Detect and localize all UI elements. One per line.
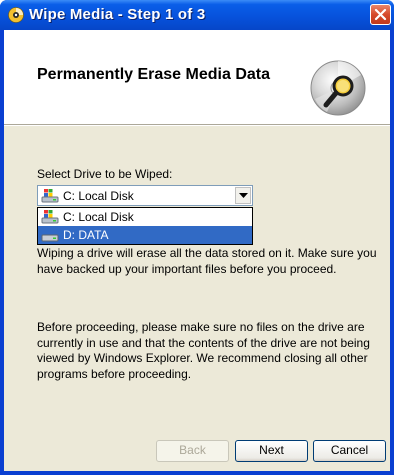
cancel-button[interactable]: Cancel bbox=[313, 440, 386, 462]
back-button[interactable]: Back bbox=[156, 440, 229, 462]
dropdown-option-label: D: DATA bbox=[63, 228, 109, 242]
windows-drive-icon bbox=[41, 189, 59, 203]
disc-magnifier-icon bbox=[310, 60, 366, 116]
wizard-header: Permanently Erase Media Data bbox=[4, 30, 390, 124]
wizard-window: Wipe Media - Step 1 of 3 Permanently Era… bbox=[0, 0, 394, 475]
chevron-down-icon bbox=[239, 193, 248, 198]
page-title: Permanently Erase Media Data bbox=[37, 66, 270, 83]
close-icon bbox=[374, 8, 387, 21]
drive-select-label: Select Drive to be Wiped: bbox=[37, 167, 173, 181]
warning-paragraph-2: Before proceeding, please make sure no f… bbox=[37, 320, 370, 381]
dropdown-arrow-button[interactable] bbox=[235, 187, 251, 204]
drive-select-value: C: Local Disk bbox=[63, 189, 134, 203]
app-disc-icon bbox=[8, 7, 24, 23]
drive-icon bbox=[41, 234, 59, 242]
dropdown-option-label: C: Local Disk bbox=[63, 210, 134, 224]
drive-select-combobox[interactable]: C: Local Disk bbox=[37, 185, 253, 206]
drive-dropdown-list: C: Local Disk D: DATA bbox=[37, 207, 253, 245]
close-button[interactable] bbox=[370, 4, 391, 25]
header-separator bbox=[4, 124, 390, 126]
dropdown-option-d-drive[interactable]: D: DATA bbox=[38, 226, 252, 244]
title-bar[interactable]: Wipe Media - Step 1 of 3 bbox=[0, 0, 394, 30]
warning-paragraph-1: Wiping a drive will erase all the data s… bbox=[37, 246, 377, 276]
wizard-client-area: Permanently Erase Media Data Select Driv… bbox=[4, 30, 390, 471]
window-right-border bbox=[390, 30, 394, 475]
window-title: Wipe Media - Step 1 of 3 bbox=[29, 6, 206, 23]
dropdown-option-c-drive[interactable]: C: Local Disk bbox=[38, 208, 252, 226]
next-button[interactable]: Next bbox=[235, 440, 308, 462]
windows-drive-icon bbox=[41, 210, 59, 224]
